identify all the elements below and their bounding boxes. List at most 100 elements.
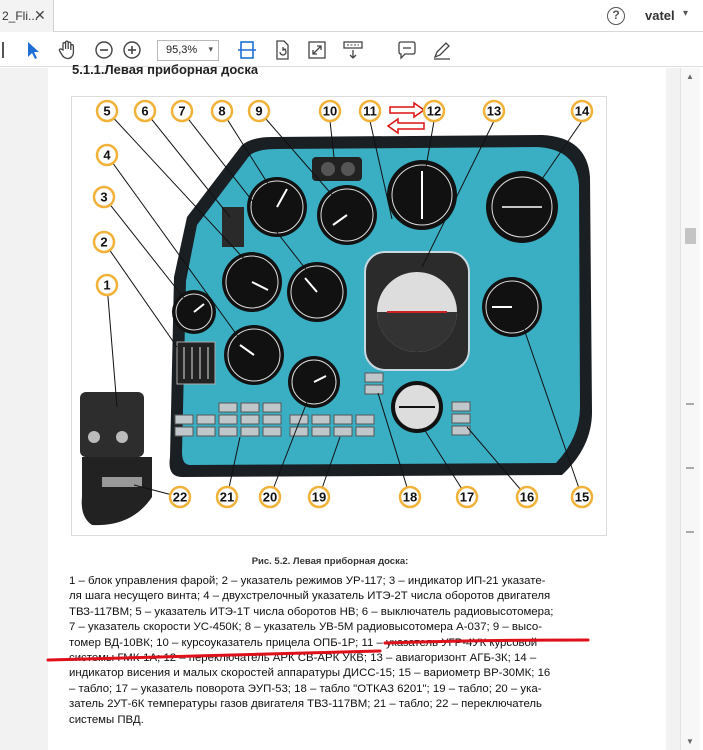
switch-22-block (81, 457, 152, 526)
callout-number: 6 (141, 104, 148, 119)
gauge-7 (287, 262, 347, 322)
read-mode-icon[interactable] (342, 39, 364, 61)
switch-6-box (222, 207, 244, 247)
callout-number: 18 (403, 490, 417, 505)
legend-line: 7 – указатель скорости УС-450К; 8 – указ… (69, 621, 543, 634)
callout-number: 7 (178, 104, 185, 119)
callout-6: 6 (133, 99, 157, 123)
comment-icon[interactable] (396, 39, 418, 61)
pen-icon[interactable] (431, 39, 453, 61)
callout-20: 20 (258, 485, 282, 509)
callout-number: 2 (100, 235, 107, 250)
callout-13: 13 (482, 99, 506, 123)
callout-number: 3 (100, 190, 107, 205)
toolbar-divider-icon (2, 42, 4, 58)
legend-line: индикатор висения и малых скоростей аппа… (69, 667, 551, 680)
callout-number: 22 (173, 490, 187, 505)
callout-9: 9 (247, 99, 271, 123)
legend-line: – табло; 17 – указатель поворота ЭУП-53;… (69, 682, 542, 695)
section-title: 5.1.1.Левая приборная доска (72, 62, 259, 77)
gauge-15 (482, 277, 542, 337)
hand-icon[interactable] (56, 39, 78, 61)
callout-2: 2 (92, 230, 116, 254)
callout-number: 10 (323, 104, 337, 119)
fullscreen-icon[interactable] (306, 39, 328, 61)
callout-number: 5 (103, 104, 110, 119)
callout-number: 20 (263, 490, 277, 505)
attitude-indicator-13 (364, 251, 470, 371)
scroll-up-icon[interactable]: ▲ (686, 72, 694, 81)
callout-number: 21 (220, 490, 234, 505)
callout-number: 16 (520, 490, 534, 505)
callout-14: 14 (570, 99, 594, 123)
callout-8: 8 (210, 99, 234, 123)
callout-12: 12 (422, 99, 446, 123)
callout-number: 14 (575, 104, 590, 119)
legend-line: системы ГМК-1А; 12 – переключатель АРК С… (69, 652, 537, 665)
chevron-down-icon: ▾ (208, 44, 213, 54)
gauge-4 (224, 325, 284, 385)
callout-10: 10 (318, 99, 342, 123)
gauge-5 (222, 252, 282, 312)
callout-3: 3 (92, 185, 116, 209)
gauge-9 (317, 185, 377, 245)
callout-21: 21 (215, 485, 239, 509)
callout-number: 17 (460, 490, 474, 505)
title-bar: 2_Fli... ✕ ? vatel ▾ (0, 0, 703, 32)
callout-number: 13 (487, 104, 501, 119)
scroll-down-icon[interactable]: ▼ (686, 737, 694, 746)
instrument-panel-drawing: 12345 6 7 8 9 10 11 12 13 141516171819202122 (80, 99, 594, 526)
vertical-scrollbar[interactable]: ▲ ▼ (680, 68, 700, 750)
instrument-panel-figure: 1 2 3 4 5 6 7 8 9 10 11 12 13 14 15 16 17 18 19 20 21 22 (71, 96, 607, 536)
annunciator-16 (451, 401, 471, 436)
gauge-20 (288, 356, 340, 408)
callout-1: 1 (95, 273, 119, 297)
legend-line: затель 2УТ-6К температуры газов двигател… (69, 698, 542, 711)
legend-line: ТВЗ-117ВМ; 5 – указатель ИТЭ-1Т числа об… (69, 605, 554, 618)
callout-number: 1 (103, 278, 110, 293)
legend-line: системы ПВД. (69, 713, 144, 726)
callout-22: 22 (168, 485, 192, 509)
callout-number: 11 (363, 104, 377, 119)
figure-caption: Рис. 5.2. Левая приборная доска: (251, 556, 409, 567)
help-icon[interactable]: ? (607, 7, 625, 25)
legend-line: томер ВД-10ВК; 10 – курсоуказатель прице… (69, 636, 538, 649)
callout-16: 16 (515, 485, 539, 509)
chevron-down-icon[interactable]: ▾ (683, 8, 688, 19)
callout-4: 4 (95, 143, 119, 167)
callout-number: 19 (312, 490, 326, 505)
gauge-12 (387, 160, 457, 230)
callout-15: 15 (570, 485, 594, 509)
fit-page-icon[interactable] (236, 39, 258, 61)
callout-number: 9 (255, 104, 262, 119)
cursor-icon[interactable] (22, 39, 44, 61)
callout-number: 4 (103, 148, 111, 163)
close-icon[interactable]: ✕ (34, 7, 48, 23)
callout-18: 18 (398, 485, 422, 509)
zoom-value: 95,3% (166, 44, 198, 56)
zoom-select[interactable]: 95,3% ▾ (157, 40, 219, 61)
callout-5: 5 (95, 99, 119, 123)
turn-indicator-17 (391, 381, 443, 433)
red-arrow-left (386, 117, 425, 135)
indicator-2-box (176, 341, 216, 385)
callout-7: 7 (170, 99, 194, 123)
legend-line: ля шага несущего винта; 4 – двухстрелочн… (69, 590, 551, 603)
legend-line: 1 – блок управления фарой; 2 – указатель… (69, 575, 546, 587)
callout-19: 19 (307, 485, 331, 509)
callout-number: 15 (575, 490, 589, 505)
scroll-marks (686, 403, 696, 595)
callout-number: 8 (218, 104, 225, 119)
rotate-icon[interactable] (271, 39, 293, 61)
light-control-block-1 (80, 392, 144, 457)
callout-17: 17 (455, 485, 479, 509)
zoom-out-icon[interactable] (93, 39, 115, 61)
user-name[interactable]: vatel (645, 8, 675, 23)
figure-legend-text: 1 – блок управления фарой; 2 – указатель… (69, 574, 595, 728)
red-arrow-right (389, 101, 426, 119)
gauge-14 (486, 171, 558, 243)
tab-title: 2_Fli... (2, 9, 39, 23)
scrollbar-thumb[interactable] (685, 228, 696, 244)
callout-number: 12 (427, 104, 441, 119)
zoom-in-icon[interactable] (121, 39, 143, 61)
